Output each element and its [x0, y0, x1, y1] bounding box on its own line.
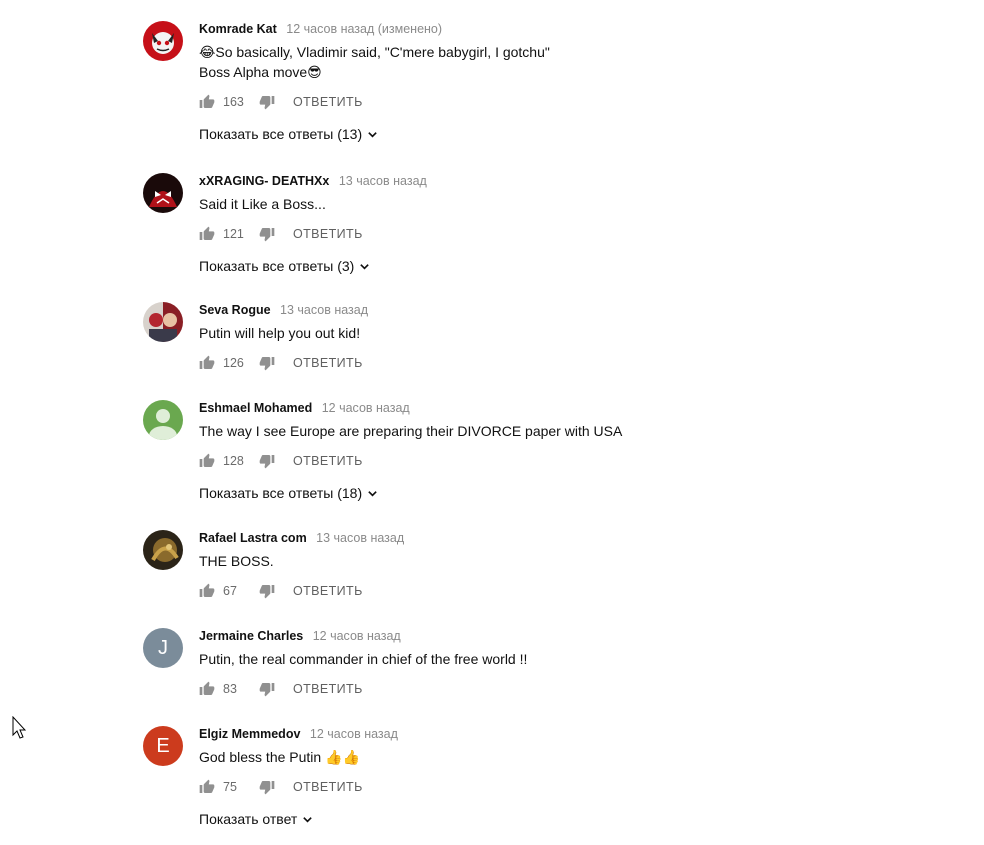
avatar[interactable]: [143, 21, 183, 61]
reply-button[interactable]: ОТВЕТИТЬ: [293, 454, 363, 468]
comment-author[interactable]: Jermaine Charles: [199, 629, 303, 643]
thumbs-down-icon[interactable]: [259, 681, 275, 697]
comment-timestamp[interactable]: 12 часов назад: [322, 401, 410, 415]
thumbs-up-icon[interactable]: [199, 583, 215, 599]
thumbs-down-icon[interactable]: [259, 226, 275, 242]
avatar[interactable]: [143, 302, 183, 342]
like-count: 128: [223, 454, 244, 468]
comment-timestamp[interactable]: 12 часов назад (изменено): [286, 22, 442, 36]
avatar[interactable]: E: [143, 726, 183, 766]
thumbs-down-icon[interactable]: [259, 453, 275, 469]
mouse-cursor-icon: [12, 716, 26, 739]
like-count: 121: [223, 227, 244, 241]
comment-timestamp[interactable]: 13 часов назад: [316, 531, 404, 545]
chevron-down-icon: [368, 490, 377, 497]
comment-timestamp[interactable]: 13 часов назад: [339, 174, 427, 188]
avatar[interactable]: [143, 173, 183, 213]
reply-button[interactable]: ОТВЕТИТЬ: [293, 584, 363, 598]
thumbs-down-icon[interactable]: [259, 355, 275, 371]
thumbs-up-icon[interactable]: [199, 453, 215, 469]
view-replies-button[interactable]: Показать все ответы (18): [199, 483, 839, 503]
view-replies-button[interactable]: Показать все ответы (3): [199, 256, 839, 276]
comment-author[interactable]: Seva Rogue: [199, 303, 271, 317]
comment-text: Putin, the real commander in chief of th…: [199, 651, 528, 667]
view-replies-label: Показать ответ: [199, 811, 298, 827]
chevron-down-icon: [360, 263, 370, 270]
reply-button[interactable]: ОТВЕТИТЬ: [293, 356, 363, 370]
comment-text: Said it Like a Boss...: [199, 196, 326, 212]
avatar-letter: E: [156, 735, 170, 757]
thumbs-down-icon[interactable]: [259, 779, 275, 795]
thumbs-up-icon[interactable]: [199, 779, 215, 795]
comment-timestamp[interactable]: 12 часов назад: [310, 727, 398, 741]
comment-timestamp[interactable]: 12 часов назад: [313, 629, 401, 643]
view-replies-button[interactable]: Показать ответ: [199, 809, 839, 829]
thumbs-down-icon[interactable]: [259, 94, 275, 110]
thumbs-down-icon[interactable]: [259, 583, 275, 599]
like-count: 126: [223, 356, 244, 370]
thumbs-up-icon[interactable]: [199, 355, 215, 371]
like-count: 163: [223, 95, 244, 109]
comment-author[interactable]: Elgiz Memmedov: [199, 727, 300, 741]
thumbs-up-icon[interactable]: [199, 226, 215, 242]
thumbs-up-icon[interactable]: [199, 681, 215, 697]
comment-text: The way I see Europe are preparing their…: [199, 423, 623, 439]
reply-button[interactable]: ОТВЕТИТЬ: [293, 227, 363, 241]
view-replies-label: Показать все ответы (13): [199, 126, 363, 142]
comment-text: Putin will help you out kid!: [199, 325, 361, 341]
like-count: 67: [223, 584, 237, 598]
comment-text: THE BOSS.: [199, 553, 274, 569]
comment-timestamp[interactable]: 13 часов назад: [280, 303, 368, 317]
like-count: 83: [223, 682, 237, 696]
like-count: 75: [223, 780, 237, 794]
chevron-down-icon: [368, 131, 377, 138]
avatar[interactable]: [143, 530, 183, 570]
view-replies-button[interactable]: Показать все ответы (13): [199, 124, 839, 144]
avatar[interactable]: [143, 400, 183, 440]
comment-author[interactable]: xXRAGING- DEATHXx: [199, 174, 329, 188]
reply-button[interactable]: ОТВЕТИТЬ: [293, 95, 363, 109]
comment-author[interactable]: Eshmael Mohamed: [199, 401, 312, 415]
view-replies-label: Показать все ответы (18): [199, 485, 363, 501]
reply-button[interactable]: ОТВЕТИТЬ: [293, 780, 363, 794]
avatar-letter: J: [158, 637, 168, 659]
comment-text: 😂So basically, Vladimir said, "C'mere ba…: [199, 44, 550, 80]
thumbs-up-icon[interactable]: [199, 94, 215, 110]
reply-button[interactable]: ОТВЕТИТЬ: [293, 682, 363, 696]
comment-author[interactable]: Komrade Kat: [199, 22, 277, 36]
view-replies-label: Показать все ответы (3): [199, 258, 355, 274]
comment-text: God bless the Putin 👍👍: [199, 749, 360, 765]
comment-author[interactable]: Rafael Lastra com: [199, 531, 307, 545]
avatar[interactable]: J: [143, 628, 183, 668]
chevron-down-icon: [303, 816, 313, 823]
